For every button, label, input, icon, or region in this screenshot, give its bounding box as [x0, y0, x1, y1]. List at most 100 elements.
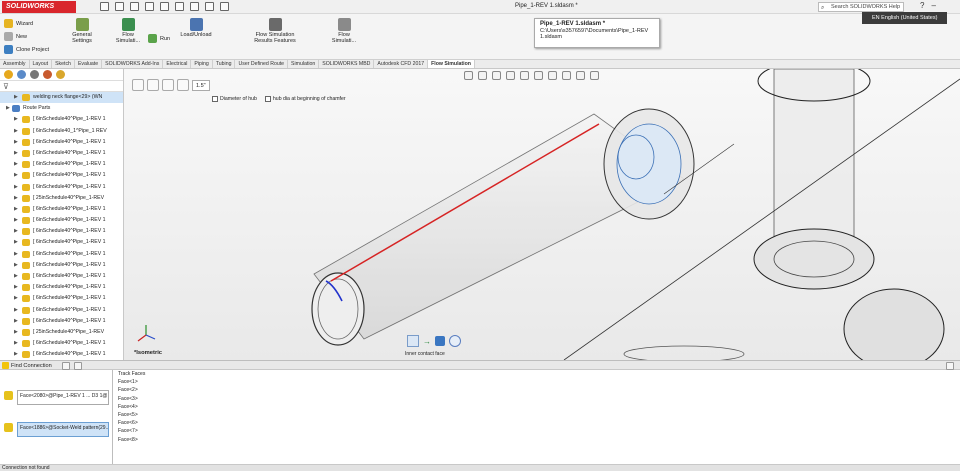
- options-icon[interactable]: [220, 2, 229, 11]
- tree-item[interactable]: ▶ [ 6inSchedule40^Pipe_1-REV 1: [0, 282, 123, 293]
- tree-item[interactable]: ▶ [ 6inSchedule40^Pipe_1-REV 1: [0, 349, 123, 360]
- tree-item[interactable]: ▶ [ 6inSchedule40^Pipe_1-REV 1: [0, 148, 123, 159]
- tab-solidworks-mbd[interactable]: SOLIDWORKS MBD: [319, 60, 375, 68]
- edit-appearance-icon[interactable]: [562, 71, 571, 80]
- expand-arrow-icon[interactable]: ▶: [14, 137, 18, 148]
- tree-item[interactable]: ▶ [ 6inSchedule40^Pipe_1-REV 1: [0, 305, 123, 316]
- tree-item[interactable]: ▶ [ 6inSchedule40^Pipe_1-REV 1: [0, 237, 123, 248]
- tab-simulation[interactable]: Simulation: [288, 60, 320, 68]
- pm-part-icon[interactable]: [177, 79, 189, 91]
- face-row[interactable]: Face<1>: [118, 378, 960, 386]
- pm-dimension-field[interactable]: 1.5": [192, 79, 210, 91]
- tree-item[interactable]: ▶ [ 6inSchedule40^Pipe_1-REV 1: [0, 338, 123, 349]
- tree-filter[interactable]: ⊽: [0, 81, 123, 92]
- hide-show-icon[interactable]: [548, 71, 557, 80]
- undo-icon[interactable]: [160, 2, 169, 11]
- tree-item[interactable]: ▶ [ 6inSchedule40^Pipe_1-REV 1: [0, 260, 123, 271]
- pm-apply-icon[interactable]: [147, 79, 159, 91]
- tree-item[interactable]: ▶ [ 6inSchedule40^Pipe_1-REV 1: [0, 159, 123, 170]
- pin-button[interactable]: [62, 362, 70, 370]
- expand-arrow-icon[interactable]: ▶: [14, 193, 18, 204]
- expand-arrow-icon[interactable]: ▶: [14, 260, 18, 271]
- tree-item[interactable]: ▶ Route Parts: [0, 103, 123, 114]
- expand-arrow-icon[interactable]: ▶: [6, 103, 10, 114]
- expand-arrow-icon[interactable]: ▶: [14, 204, 18, 215]
- configuration-icon[interactable]: [30, 70, 39, 79]
- checkbox[interactable]: [264, 96, 271, 102]
- pm-back-icon[interactable]: [132, 79, 144, 91]
- run-button[interactable]: Run: [148, 34, 170, 43]
- search-help-input[interactable]: ⌕ Search SOLIDWORKS Help: [818, 2, 904, 12]
- info-icon[interactable]: [449, 335, 461, 347]
- dimxpert-icon[interactable]: [43, 70, 52, 79]
- face-row[interactable]: Face<2>: [118, 386, 960, 394]
- tab-sketch[interactable]: Sketch: [52, 60, 75, 68]
- wizard-button[interactable]: Wizard: [4, 19, 33, 28]
- tab-autodesk-cfd-2017[interactable]: Autodesk CFD 2017: [374, 60, 429, 68]
- tree-item[interactable]: ▶ [ 6inSchedule40^Pipe_1-REV 1: [0, 215, 123, 226]
- flow-results-features-button[interactable]: Flow Simulation Results Features: [250, 18, 300, 44]
- flow-simulation-2-button[interactable]: Flow Simulati...: [326, 18, 362, 44]
- face-icon[interactable]: [435, 336, 445, 346]
- tab-tubing[interactable]: Tubing: [213, 60, 236, 68]
- expand-arrow-icon[interactable]: ▶: [14, 282, 18, 293]
- expand-arrow-icon[interactable]: ▶: [14, 327, 18, 338]
- scene-icon[interactable]: [576, 71, 585, 80]
- refresh-button[interactable]: [74, 362, 82, 370]
- feature-tree-icon[interactable]: [4, 70, 13, 79]
- tab-solidworks-add-ins[interactable]: SOLIDWORKS Add-Ins: [102, 60, 164, 68]
- option-hub-dia-chamfer[interactable]: hub dia at beginning of chamfer: [264, 96, 346, 102]
- expand-arrow-icon[interactable]: ▶: [14, 271, 18, 282]
- tree-item[interactable]: ▶ [ 25inSchedule40^Pipe_1-REV: [0, 193, 123, 204]
- expand-arrow-icon[interactable]: ▶: [14, 293, 18, 304]
- language-indicator[interactable]: EN English (United States): [862, 12, 947, 24]
- clone-project-button[interactable]: Clone Project: [4, 45, 49, 54]
- option-diameter-hub[interactable]: Diameter of hub: [212, 96, 257, 102]
- tree-item[interactable]: ▶ [ 6inSchedule40^Pipe_1-REV 1: [0, 114, 123, 125]
- face-row[interactable]: Face<4>: [118, 403, 960, 411]
- face-row[interactable]: Face<6>: [118, 419, 960, 427]
- face-row[interactable]: Face<5>: [118, 411, 960, 419]
- rebuild-icon[interactable]: [190, 2, 199, 11]
- tree-item[interactable]: ▶ [ 6inSchedule40^Pipe_1-REV 1: [0, 170, 123, 181]
- tree-item[interactable]: ▶ welding neck flange<29> (WN: [0, 92, 123, 104]
- save-icon[interactable]: [130, 2, 139, 11]
- file-props-icon[interactable]: [205, 2, 214, 11]
- expand-arrow-icon[interactable]: ▶: [14, 237, 18, 248]
- tab-evaluate[interactable]: Evaluate: [75, 60, 103, 68]
- tab-user-defined-route[interactable]: User Defined Route: [235, 60, 289, 68]
- part-icon[interactable]: [407, 335, 419, 347]
- tree-item[interactable]: ▶ [ 6inSchedule40^Pipe_1-REV 1: [0, 137, 123, 148]
- expand-arrow-icon[interactable]: ▶: [14, 182, 18, 193]
- expand-arrow-icon[interactable]: ▶: [14, 148, 18, 159]
- expand-button[interactable]: [946, 362, 954, 370]
- tab-flow-simulation[interactable]: Flow Simulation: [428, 60, 475, 68]
- face-row[interactable]: Face<8>: [118, 436, 960, 444]
- minimize-icon[interactable]: –: [931, 1, 935, 10]
- expand-arrow-icon[interactable]: ▶: [14, 316, 18, 327]
- new-doc-icon[interactable]: [100, 2, 109, 11]
- expand-arrow-icon[interactable]: ▶: [14, 249, 18, 260]
- view-settings-icon[interactable]: [590, 71, 599, 80]
- tree-item[interactable]: ▶ [ 25inSchedule40^Pipe_1-REV: [0, 327, 123, 338]
- property-manager-icon[interactable]: [17, 70, 26, 79]
- general-settings-button[interactable]: General Settings: [64, 18, 100, 44]
- graphics-viewport[interactable]: 1.5" Diameter of hub hub dia at beginnin…: [124, 69, 960, 360]
- select-icon[interactable]: [175, 2, 184, 11]
- load-unload-button[interactable]: Load/Unload: [176, 18, 216, 38]
- tree-item[interactable]: ▶ [ 6inSchedule40^Pipe_1-REV 1: [0, 182, 123, 193]
- new-project-button[interactable]: New: [4, 32, 27, 41]
- expand-arrow-icon[interactable]: ▶: [14, 215, 18, 226]
- zoom-area-icon[interactable]: [478, 71, 487, 80]
- expand-arrow-icon[interactable]: ▶: [14, 126, 18, 137]
- expand-arrow-icon[interactable]: ▶: [14, 349, 18, 360]
- expand-arrow-icon[interactable]: ▶: [14, 226, 18, 237]
- expand-arrow-icon[interactable]: ▶: [14, 170, 18, 181]
- tree-item[interactable]: ▶ [ 6inSchedule40^Pipe_1-REV 1: [0, 293, 123, 304]
- tree-item[interactable]: ▶ [ 6inSchedule40^Pipe_1-REV 1: [0, 316, 123, 327]
- tab-assembly[interactable]: Assembly: [0, 60, 30, 68]
- expand-arrow-icon[interactable]: ▶: [14, 114, 18, 125]
- expand-arrow-icon[interactable]: ▶: [14, 159, 18, 170]
- tab-layout[interactable]: Layout: [30, 60, 53, 68]
- tree-item[interactable]: ▶ [ 6inSchedule40^Pipe_1-REV 1: [0, 226, 123, 237]
